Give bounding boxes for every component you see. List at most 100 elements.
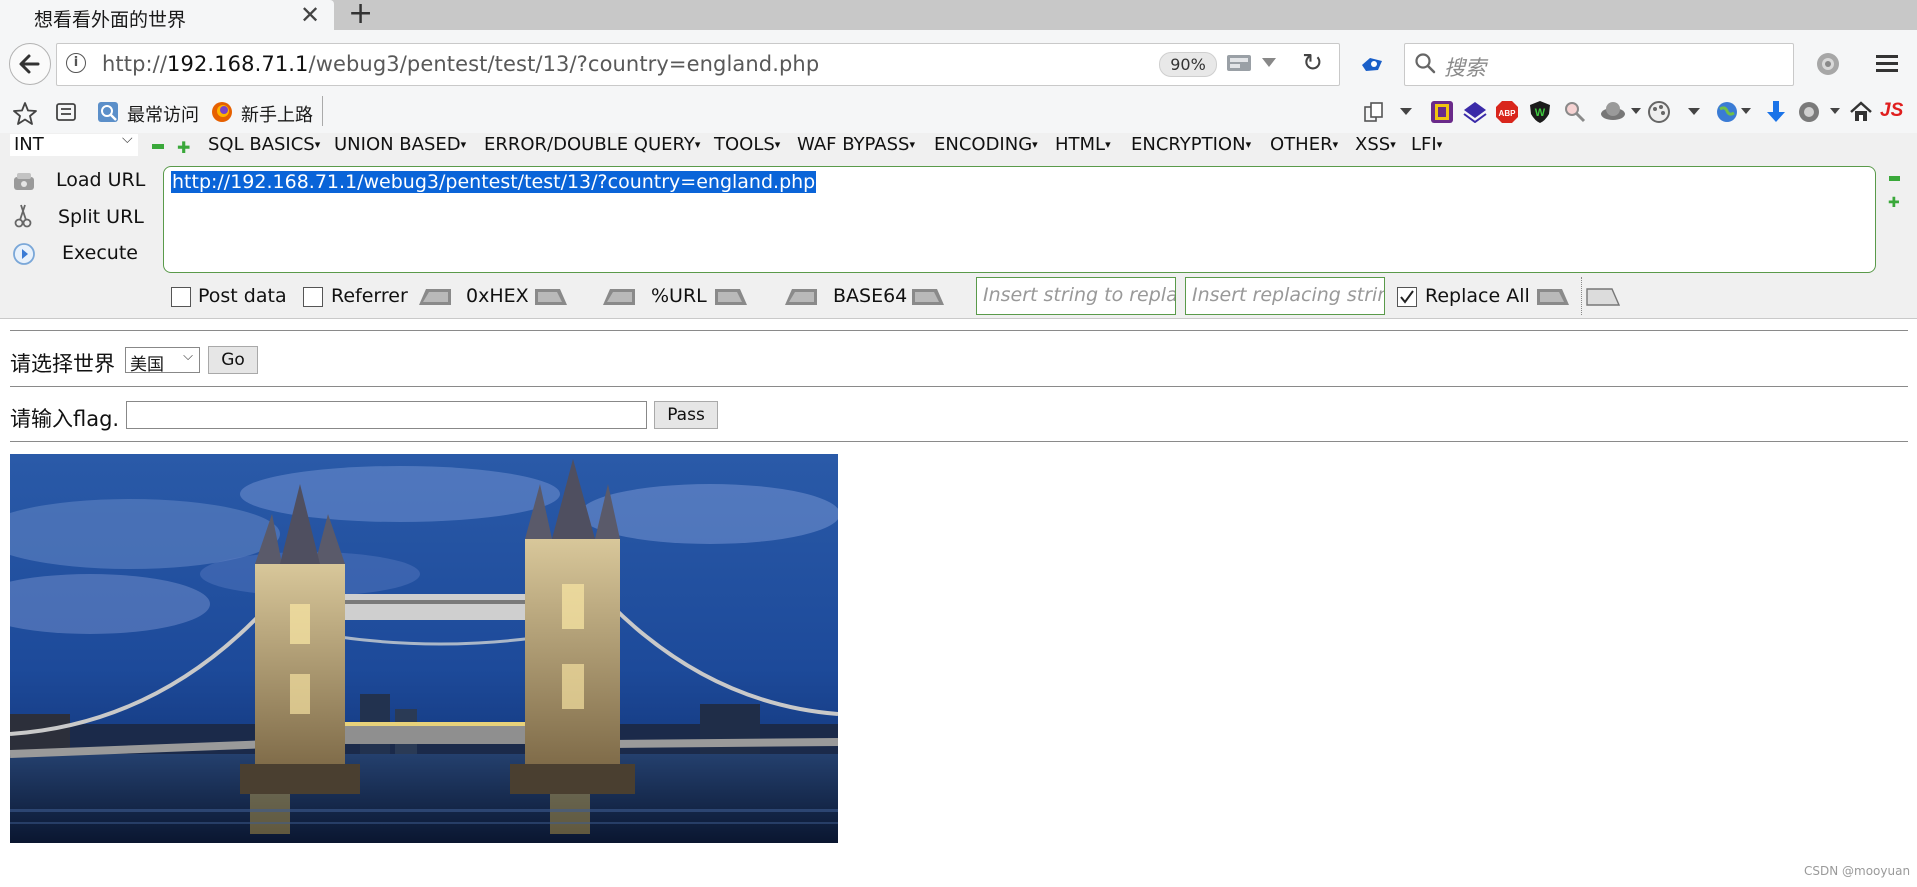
globe-icon[interactable]: [1715, 100, 1739, 128]
country-select-value: 美国: [130, 355, 164, 375]
magnifier-ext-icon[interactable]: [1563, 100, 1587, 128]
arrow-right-icon[interactable]: [1536, 288, 1570, 306]
search-icon: [1414, 52, 1436, 74]
go-button[interactable]: Go: [208, 346, 258, 374]
svg-text:W: W: [1535, 107, 1546, 119]
address-bar-url[interactable]: http://192.168.71.1/webug3/pentest/test/…: [102, 52, 819, 76]
page-action-icon[interactable]: [1362, 101, 1388, 127]
scissors-icon: [14, 203, 32, 233]
palette-icon[interactable]: [1647, 100, 1673, 128]
star-icon[interactable]: [12, 101, 38, 129]
divider: [10, 330, 1908, 331]
menu-xss[interactable]: XSS▾: [1355, 134, 1396, 155]
replace-from-input[interactable]: Insert string to replace: [976, 277, 1176, 315]
arrow-right-icon[interactable]: [911, 288, 945, 306]
check-icon: [1400, 290, 1414, 304]
zoom-out-icon[interactable]: [152, 144, 164, 149]
tab-close-icon[interactable]: ✕: [300, 1, 320, 29]
menu-encoding[interactable]: ENCODING▾: [934, 134, 1038, 155]
menu-error-double-query[interactable]: ERROR/DOUBLE QUERY▾: [484, 134, 700, 155]
url-encoder-label: %URL: [651, 285, 707, 307]
chevron-down-icon[interactable]: [1688, 108, 1700, 115]
hamburger-menu-icon[interactable]: [1875, 52, 1899, 74]
arrow-right-icon[interactable]: [534, 288, 568, 306]
firefox-icon: [211, 101, 233, 127]
load-url-icon: [12, 171, 36, 197]
hex-encoder-label: 0xHEX: [466, 285, 529, 307]
toolbar-separator: [1581, 277, 1583, 315]
shield-icon[interactable]: W: [1529, 100, 1551, 128]
chevron-down-icon[interactable]: [1400, 108, 1412, 115]
menu-other[interactable]: OTHER▾: [1270, 134, 1338, 155]
zoom-in-icon[interactable]: ✚: [177, 138, 190, 157]
arrow-left-icon[interactable]: [784, 288, 818, 306]
reader-view-icon[interactable]: [1226, 52, 1252, 74]
library-icon[interactable]: [55, 101, 77, 127]
split-url-button[interactable]: Split URL: [58, 206, 144, 228]
post-data-label: Post data: [198, 285, 287, 307]
chevron-down-icon: ⌵: [183, 349, 193, 364]
watermark: CSDN @mooyuan: [1804, 864, 1911, 878]
expand-icon[interactable]: ✚: [1888, 195, 1900, 211]
hackbar-type-select[interactable]: INT ⌵: [10, 131, 138, 156]
menu-sql-basics[interactable]: SQL BASICS▾: [208, 134, 320, 155]
hat-icon[interactable]: [1600, 100, 1630, 128]
arrow-right-outline-icon[interactable]: [1586, 288, 1621, 306]
account-icon[interactable]: [1797, 100, 1823, 128]
hackbar-type-value: INT: [14, 134, 44, 155]
layers-icon[interactable]: [1463, 101, 1487, 127]
menu-html[interactable]: HTML▾: [1055, 134, 1111, 155]
chevron-down-icon[interactable]: [1631, 108, 1641, 114]
adblock-icon[interactable]: ABP: [1495, 100, 1519, 128]
chevron-down-icon[interactable]: [1741, 108, 1751, 114]
pass-button[interactable]: Pass: [654, 401, 718, 429]
replace-all-label: Replace All: [1425, 285, 1530, 307]
back-arrow-icon: [19, 54, 40, 74]
replace-to-input[interactable]: Insert replacing string: [1185, 277, 1385, 315]
arrow-left-icon[interactable]: [418, 288, 452, 306]
execute-icon: [12, 242, 36, 270]
arrow-left-icon[interactable]: [602, 288, 636, 306]
arrow-right-icon[interactable]: [714, 288, 748, 306]
referrer-label: Referrer: [331, 285, 408, 307]
chevron-down-icon[interactable]: [1830, 108, 1840, 114]
menu-lfi[interactable]: LFI▾: [1411, 134, 1442, 155]
gear-icon[interactable]: [1815, 51, 1841, 77]
hackbar-ext-icon[interactable]: [1430, 100, 1454, 128]
post-data-checkbox[interactable]: [171, 287, 191, 307]
hackbar-url-value[interactable]: http://192.168.71.1/webug3/pentest/test/…: [171, 171, 817, 193]
referrer-checkbox[interactable]: [303, 287, 323, 307]
new-tab-icon[interactable]: +: [348, 0, 373, 29]
execute-button[interactable]: Execute: [62, 242, 138, 264]
divider: [10, 386, 1908, 387]
menu-waf-bypass[interactable]: WAF BYPASS▾: [797, 134, 915, 155]
world-select-label: 请选择世界: [10, 352, 115, 376]
tower-bridge-photo: [10, 454, 838, 843]
base64-encoder-label: BASE64: [833, 285, 908, 307]
divider: [10, 441, 1908, 442]
flag-label: 请输入flag.: [10, 407, 120, 431]
menu-encryption[interactable]: ENCRYPTION▾: [1131, 134, 1251, 155]
flag-input[interactable]: [126, 401, 647, 429]
bookmark-getting-started[interactable]: 新手上路: [241, 101, 313, 127]
replace-all-checkbox[interactable]: [1397, 287, 1417, 307]
chevron-down-icon[interactable]: [1262, 58, 1276, 67]
search-input[interactable]: 搜索: [1444, 52, 1486, 82]
chevron-down-icon: ⌵: [122, 131, 133, 147]
bookmark-separator: [322, 96, 323, 126]
menu-tools[interactable]: TOOLS▾: [714, 134, 780, 155]
zoom-level-badge[interactable]: 90%: [1159, 52, 1217, 77]
collapse-icon[interactable]: [1889, 176, 1900, 181]
extension-icon[interactable]: [1360, 55, 1384, 73]
menu-union-based[interactable]: UNION BASED▾: [334, 134, 466, 155]
info-icon[interactable]: i: [66, 53, 86, 73]
country-select[interactable]: 美国 ⌵: [125, 347, 200, 375]
home-icon[interactable]: [1849, 100, 1873, 128]
load-url-button[interactable]: Load URL: [56, 169, 145, 191]
tab-title: 想看看外面的世界: [34, 9, 187, 31]
js-toggle-icon[interactable]: JS: [1880, 100, 1903, 122]
back-button[interactable]: [9, 43, 51, 85]
download-icon[interactable]: [1765, 100, 1787, 128]
bookmark-most-visited[interactable]: 最常访问: [127, 101, 199, 127]
reload-icon[interactable]: ↻: [1302, 48, 1323, 77]
